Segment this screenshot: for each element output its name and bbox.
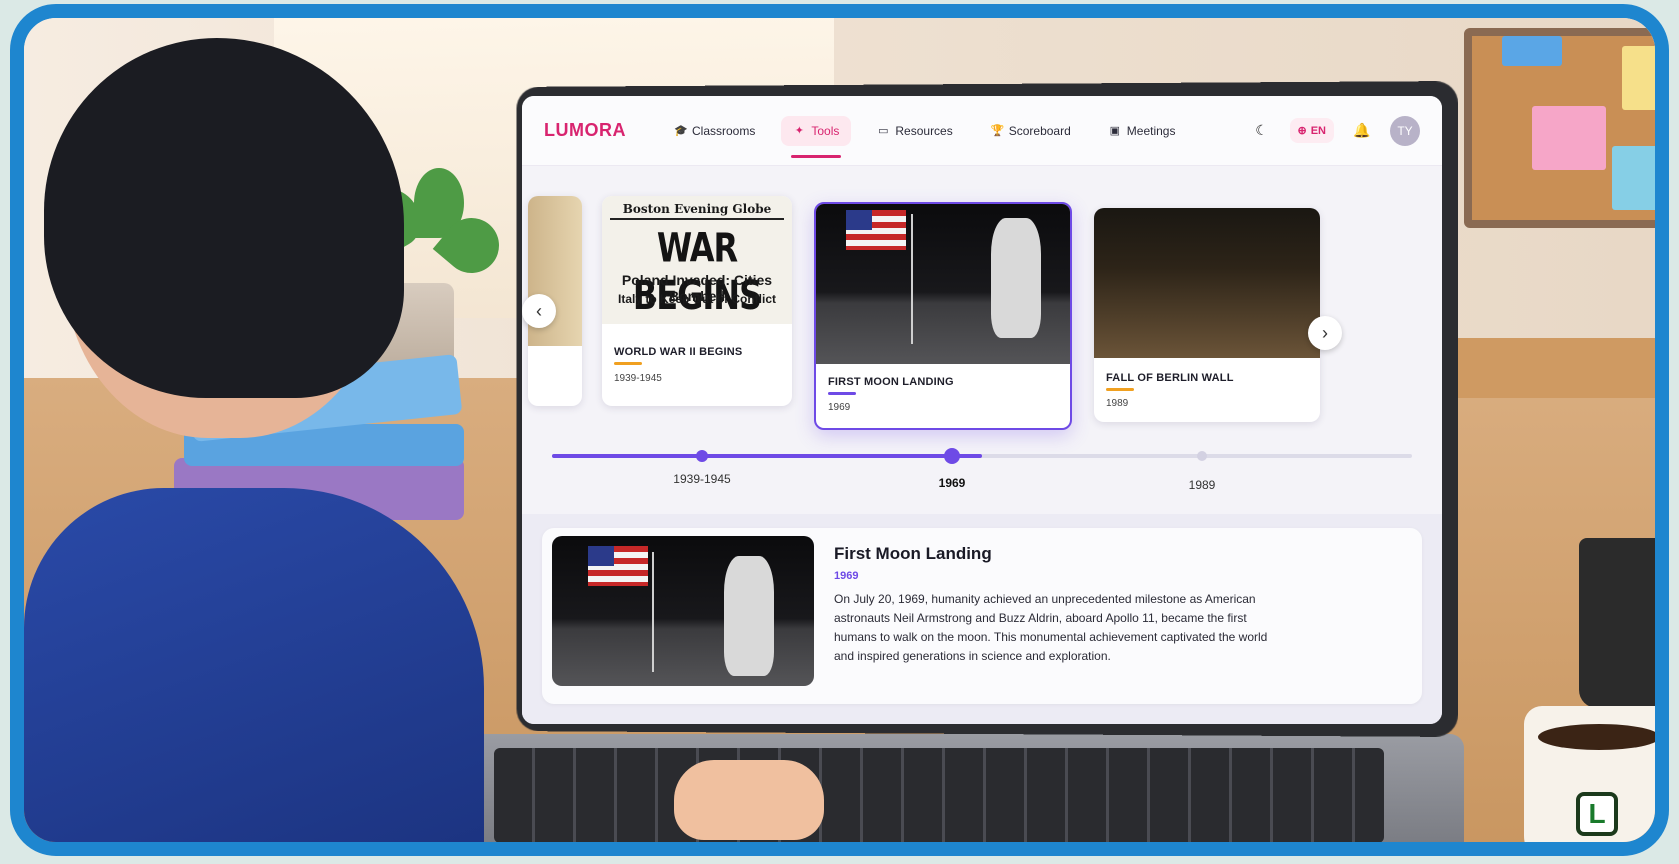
timeline-point-1989[interactable] [1197, 451, 1207, 461]
nav-item-label: Classrooms [692, 123, 756, 138]
bell-icon: 🔔 [1353, 122, 1371, 138]
globe-icon: ⊕ [1297, 125, 1307, 137]
card-accent-bar [614, 362, 642, 365]
newspaper-image: Boston Evening Globe WAR BEGINS Poland I… [602, 196, 792, 324]
detail-description: On July 20, 1969, humanity achieved an u… [834, 592, 1268, 663]
trophy-icon: 🏆 [990, 124, 1005, 137]
event-card-berlin-wall[interactable]: FALL OF BERLIN WALL 1989 [1094, 208, 1320, 422]
astronaut [991, 218, 1041, 338]
nav-item-scoreboard[interactable]: 🏆 Scoreboard [979, 116, 1083, 146]
sticky-note [1532, 106, 1606, 170]
card-date: 1989 [1106, 398, 1129, 409]
moon-landing-image [816, 204, 1070, 364]
moon-icon: ☾ [1255, 122, 1268, 138]
carousel-prev-button[interactable]: ‹ [522, 294, 556, 328]
card-accent-bar [828, 392, 856, 395]
astronaut [724, 556, 774, 676]
laptop-screen: LUMORA 🎓 Classrooms ✦ Tools ▭ Resources … [522, 96, 1442, 724]
newspaper-subheadline: Italy to Keep Out of Conflict [618, 292, 776, 306]
detail-title: First Moon Landing [834, 544, 992, 563]
nav-actions: ☾ ⊕ EN 🔔 TY [1248, 115, 1420, 146]
timeline-label: 1939-1945 [673, 472, 731, 486]
mug-letter: L [1576, 792, 1618, 836]
card-title: FIRST MOON LANDING [828, 376, 954, 388]
nav-item-tools[interactable]: ✦ Tools [781, 115, 852, 158]
card-date: 1969 [828, 402, 851, 413]
timeline-label-active: 1969 [938, 476, 966, 490]
card-accent-bar [1106, 388, 1134, 391]
sticky-note [1612, 146, 1655, 210]
nav-item-label: Meetings [1126, 123, 1176, 138]
person-hoodie [24, 488, 484, 842]
folder-icon: ▭ [878, 124, 889, 137]
sticky-note [1622, 46, 1655, 110]
flag-pole [652, 552, 654, 672]
timeline-point-1969[interactable] [944, 448, 960, 464]
coffee-mug: L [1524, 706, 1655, 842]
keyboard [494, 748, 1384, 842]
coffee [1538, 724, 1655, 750]
language-button[interactable]: ⊕ EN [1289, 118, 1334, 143]
timeline-slider[interactable]: 1939-1945 1969 1989 [552, 446, 1412, 496]
language-label: EN [1310, 124, 1326, 137]
nav-item-label: Scoreboard [1008, 123, 1071, 138]
flag-pole [911, 214, 913, 344]
event-card-ww2[interactable]: Boston Evening Globe WAR BEGINS Poland I… [602, 196, 792, 406]
nav-item-classrooms[interactable]: 🎓 Classrooms [662, 116, 767, 146]
sticky-note [1502, 36, 1562, 66]
app-logo[interactable]: LUMORA [544, 120, 626, 141]
newspaper-masthead: Boston Evening Globe [610, 202, 784, 220]
detail-image [552, 536, 814, 686]
detail-date: 1969 [834, 570, 859, 582]
magic-wand-icon: ✦ [794, 124, 804, 137]
timeline-carousel: Boston Evening Globe WAR BEGINS Poland I… [522, 182, 1442, 432]
nav-item-meetings[interactable]: ▣ Meetings [1097, 116, 1188, 146]
shelf [1434, 338, 1655, 398]
berlin-wall-image [1094, 208, 1320, 358]
person [24, 18, 444, 478]
scene-frame: L LUMORA 🎓 Classrooms ✦ Tools ▭ Resource… [10, 4, 1669, 856]
calendar-icon: ▣ [1109, 124, 1120, 137]
corkboard [1464, 28, 1655, 228]
flag [846, 210, 906, 250]
chevron-left-icon: ‹ [536, 300, 542, 321]
nav-item-label: Resources [895, 123, 953, 138]
person-hair [44, 38, 404, 398]
event-detail-section: First Moon Landing 1969 On July 20, 1969… [522, 514, 1442, 724]
event-card-moon-landing[interactable]: FIRST MOON LANDING 1969 [814, 202, 1072, 430]
graduation-cap-icon: 🎓 [674, 124, 688, 137]
timeline-label: 1989 [1188, 478, 1216, 492]
carousel-next-button[interactable]: › [1308, 316, 1342, 350]
timeline-point-1939[interactable] [696, 450, 708, 462]
avatar[interactable]: TY [1390, 115, 1420, 146]
chevron-right-icon: › [1322, 322, 1328, 343]
pen-cup [1579, 538, 1655, 708]
event-detail-card: First Moon Landing 1969 On July 20, 1969… [542, 528, 1422, 704]
nav-item-label: Tools [811, 123, 840, 138]
card-title: WORLD WAR II BEGINS [614, 346, 743, 358]
card-date: 1939-1945 [614, 373, 662, 384]
dark-mode-toggle[interactable]: ☾ [1248, 117, 1276, 145]
top-nav: LUMORA 🎓 Classrooms ✦ Tools ▭ Resources … [522, 96, 1442, 166]
notifications-button[interactable]: 🔔 [1348, 117, 1376, 145]
flag [588, 546, 648, 586]
hand [674, 760, 824, 840]
timeline-progress [552, 454, 982, 458]
card-title: FALL OF BERLIN WALL [1106, 372, 1234, 384]
nav-item-resources[interactable]: ▭ Resources [865, 116, 964, 146]
